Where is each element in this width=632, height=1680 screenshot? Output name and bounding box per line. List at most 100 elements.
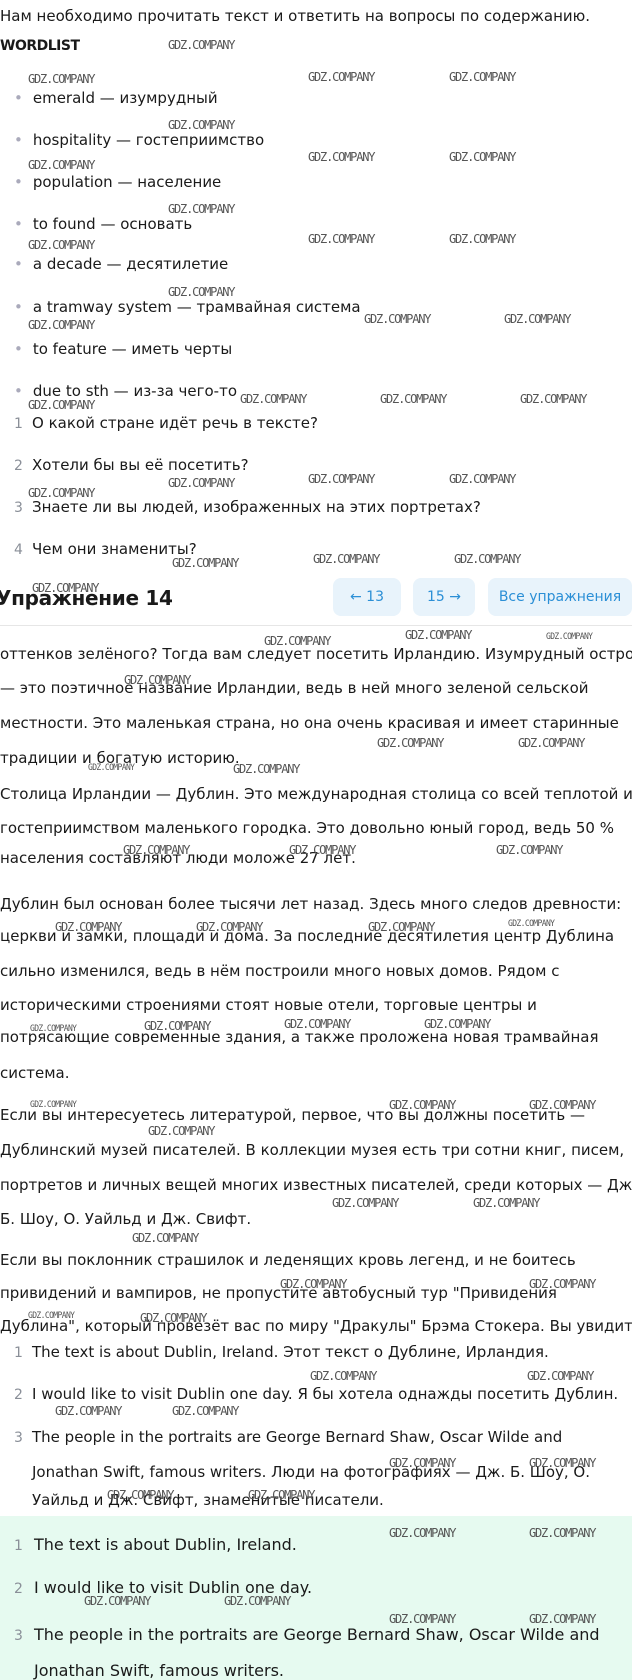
watermark-text: GDZ.COMPANY	[284, 1016, 351, 1032]
watermark-text: GDZ.COMPANY	[518, 735, 585, 751]
watermark-text: GDZ.COMPANY	[289, 842, 356, 858]
watermark-text: GDZ.COMPANY	[454, 551, 521, 567]
bullet-icon: •	[14, 89, 23, 107]
answer-item: 1 The text is about Dublin, Ireland.	[14, 1535, 297, 1554]
watermark-text: GDZ.COMPANY	[332, 1195, 399, 1211]
watermark-text: GDZ.COMPANY	[529, 1455, 596, 1471]
wordlist-item: • a decade — десятилетие	[14, 255, 229, 273]
watermark-text: GDZ.COMPANY	[28, 485, 95, 501]
watermark-text: GDZ.COMPANY	[389, 1097, 456, 1113]
watermark-text: GDZ.COMPANY	[32, 580, 99, 596]
answer-item-cont: Jonathan Swift, famous writers. Люди на …	[32, 1463, 591, 1481]
watermark-text: GDZ.COMPANY	[168, 37, 235, 53]
bullet-icon: •	[14, 131, 23, 149]
text-line: — это поэтичное название Ирландии, ведь …	[0, 679, 589, 697]
watermark-text: GDZ.COMPANY	[308, 231, 375, 247]
watermark-text: GDZ.COMPANY	[546, 631, 593, 642]
text-line: привидений и вампиров, не пропустите авт…	[0, 1284, 557, 1302]
text-line: сильно изменился, ведь в нём построили м…	[0, 962, 560, 980]
text-line: система.	[0, 1064, 70, 1082]
wordlist-item: • to feature — иметь черты	[14, 340, 233, 358]
watermark-text: GDZ.COMPANY	[224, 1593, 291, 1609]
watermark-text: GDZ.COMPANY	[168, 284, 235, 300]
watermark-text: GDZ.COMPANY	[28, 237, 95, 253]
text-line: Если вы интересуетесь литературой, перво…	[0, 1106, 586, 1124]
bullet-icon: •	[14, 382, 23, 400]
watermark-text: GDZ.COMPANY	[28, 397, 95, 413]
answer-item: 3 The people in the portraits are George …	[14, 1428, 563, 1446]
watermark-text: GDZ.COMPANY	[527, 1368, 594, 1384]
watermark-text: GDZ.COMPANY	[280, 1276, 347, 1292]
text-line: Б. Шоу, О. Уайльд и Дж. Свифт.	[0, 1210, 252, 1228]
watermark-text: GDZ.COMPANY	[377, 735, 444, 751]
watermark-text: GDZ.COMPANY	[405, 627, 472, 643]
all-exercises-button[interactable]: Все упражнения	[488, 578, 632, 616]
wordlist-item: • to found — основать	[14, 215, 193, 233]
text-line: Дублинский музей писателей. В коллекции …	[0, 1141, 625, 1159]
watermark-text: GDZ.COMPANY	[508, 918, 555, 929]
text-line: историческими строениями стоят новые оте…	[0, 996, 537, 1014]
watermark-text: GDZ.COMPANY	[449, 231, 516, 247]
watermark-text: GDZ.COMPANY	[144, 1018, 211, 1034]
watermark-text: GDZ.COMPANY	[473, 1195, 540, 1211]
watermark-text: GDZ.COMPANY	[308, 471, 375, 487]
watermark-text: GDZ.COMPANY	[310, 1368, 377, 1384]
wordlist-item: • population — население	[14, 173, 222, 191]
watermark-text: GDZ.COMPANY	[55, 919, 122, 935]
watermark-text: GDZ.COMPANY	[529, 1097, 596, 1113]
watermark-text: GDZ.COMPANY	[28, 317, 95, 333]
prev-exercise-button[interactable]: ← 13	[333, 578, 401, 616]
answer-item-cont: Jonathan Swift, famous writers.	[34, 1661, 284, 1680]
question-item: 4 Чем они знамениты?	[14, 540, 197, 558]
watermark-text: GDZ.COMPANY	[124, 672, 191, 688]
watermark-text: GDZ.COMPANY	[140, 1310, 207, 1326]
watermark-text: GDZ.COMPANY	[84, 1593, 151, 1609]
watermark-text: GDZ.COMPANY	[28, 1310, 75, 1321]
watermark-text: GDZ.COMPANY	[308, 149, 375, 165]
watermark-text: GDZ.COMPANY	[368, 919, 435, 935]
watermark-text: GDZ.COMPANY	[30, 1023, 77, 1034]
watermark-text: GDZ.COMPANY	[529, 1276, 596, 1292]
watermark-text: GDZ.COMPANY	[172, 1403, 239, 1419]
bullet-icon: •	[14, 215, 23, 233]
watermark-text: GDZ.COMPANY	[233, 761, 300, 777]
bullet-icon: •	[14, 340, 23, 358]
watermark-text: GDZ.COMPANY	[449, 149, 516, 165]
intro-text: Нам необходимо прочитать текст и ответит…	[0, 7, 591, 25]
watermark-text: GDZ.COMPANY	[123, 842, 190, 858]
text-line: Если вы поклонник страшилок и леденящих …	[0, 1251, 576, 1269]
watermark-text: GDZ.COMPANY	[424, 1016, 491, 1032]
watermark-text: GDZ.COMPANY	[107, 1487, 174, 1503]
header-divider	[0, 625, 632, 626]
text-line: гостеприимством маленького городка. Это …	[0, 819, 614, 837]
watermark-text: GDZ.COMPANY	[364, 311, 431, 327]
watermark-text: GDZ.COMPANY	[172, 555, 239, 571]
wordlist-item: • hospitality — гостеприимство	[14, 131, 265, 149]
watermark-text: GDZ.COMPANY	[308, 69, 375, 85]
watermark-text: GDZ.COMPANY	[88, 762, 135, 773]
watermark-text: GDZ.COMPANY	[148, 1123, 215, 1139]
wordlist-item: • emerald — изумрудный	[14, 89, 218, 107]
watermark-text: GDZ.COMPANY	[520, 391, 587, 407]
watermark-text: GDZ.COMPANY	[248, 1487, 315, 1503]
watermark-text: GDZ.COMPANY	[168, 201, 235, 217]
answer-item: 1 The text is about Dublin, Ireland. Этот…	[14, 1343, 549, 1361]
watermark-text: GDZ.COMPANY	[196, 919, 263, 935]
watermark-text: GDZ.COMPANY	[132, 1230, 199, 1246]
next-exercise-button[interactable]: 15 →	[413, 578, 475, 616]
watermark-text: GDZ.COMPANY	[389, 1611, 456, 1627]
answer-item: 2I would like to visit Dublin one day. Я…	[14, 1385, 619, 1403]
watermark-text: GDZ.COMPANY	[529, 1611, 596, 1627]
watermark-text: GDZ.COMPANY	[168, 475, 235, 491]
watermark-text: GDZ.COMPANY	[380, 391, 447, 407]
answer-item: 3 The people in the portraits are George …	[14, 1625, 600, 1644]
text-line: Дублина", который провезёт вас по миру "…	[0, 1317, 632, 1335]
text-line: Столица Ирландии — Дублин. Это междунаро…	[0, 785, 632, 803]
watermark-text: GDZ.COMPANY	[496, 842, 563, 858]
watermark-text: GDZ.COMPANY	[264, 633, 331, 649]
watermark-text: GDZ.COMPANY	[313, 551, 380, 567]
question-item: 2 Хотели бы вы её посетить?	[14, 456, 249, 474]
question-item: 1О какой стране идёт речь в тексте?	[14, 414, 318, 432]
watermark-text: GDZ.COMPANY	[28, 157, 95, 173]
watermark-text: GDZ.COMPANY	[529, 1525, 596, 1541]
